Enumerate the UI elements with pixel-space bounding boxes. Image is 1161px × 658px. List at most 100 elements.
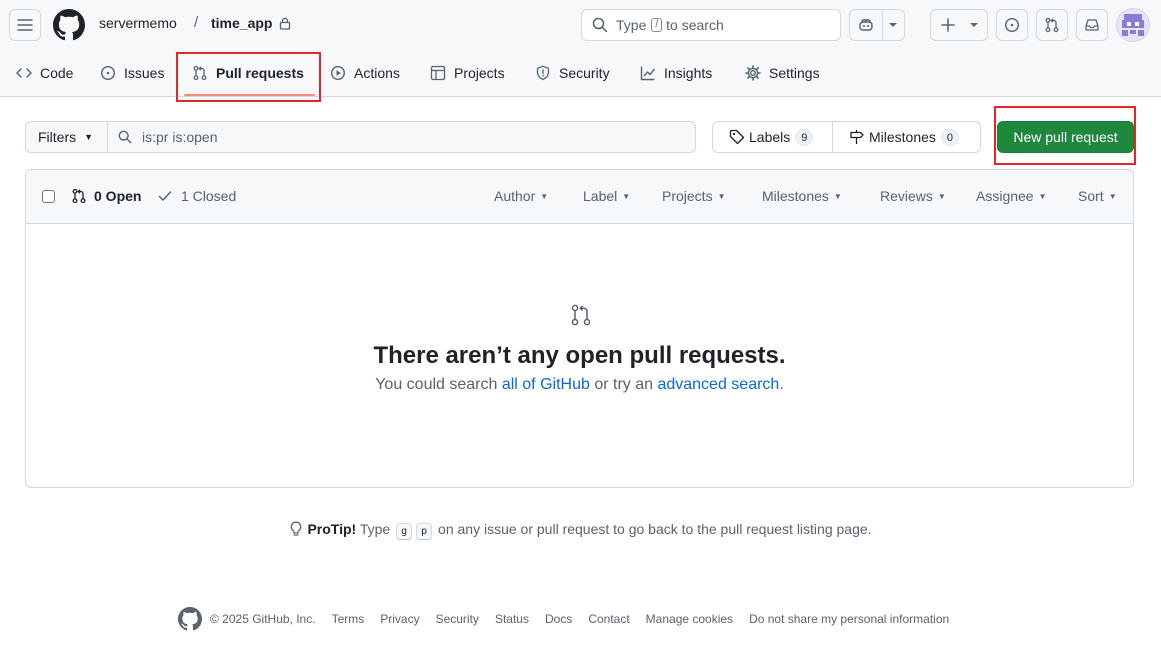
labels-label: Labels [749,129,791,145]
labels-count: 9 [795,128,814,146]
app-header: servermemo / time_app Type / to search C… [0,0,1161,97]
code-icon [16,68,32,78]
footer-link-privacy[interactable]: Privacy [380,612,419,626]
labels-button[interactable]: Labels 9 [713,122,832,152]
issues-button[interactable] [996,9,1028,41]
hamburger-icon [17,19,33,31]
sort-menu[interactable]: Sort ▼ [1078,188,1117,204]
protip-text-post: on any issue or pull request to go back … [434,521,872,537]
list-header: 0 Open 1 Closed Author ▼ Label ▼ Projects ▼… [26,170,1133,224]
milestones-menu-label: Milestones [762,188,829,204]
tab-insights-label: Insights [664,65,713,81]
chevron-down-icon: ▼ [937,191,946,201]
tag-icon [729,129,745,145]
footer-link-contact[interactable]: Contact [588,612,629,626]
projects-menu-label: Projects [662,188,713,204]
author-menu-label: Author [494,188,536,204]
inbox-button[interactable] [1076,9,1108,41]
protip-label: ProTip! [307,521,357,537]
plus-icon [941,18,955,32]
breadcrumb-repo[interactable]: time_app [211,15,272,31]
tab-settings-label: Settings [769,65,820,81]
table-icon [430,65,446,81]
select-all-checkbox[interactable] [42,190,55,203]
footer-link-security[interactable]: Security [436,612,479,626]
tab-actions-label: Actions [354,65,400,81]
footer-copyright: © 2025 GitHub, Inc. [210,612,316,626]
filters-label: Filters [38,129,77,145]
breadcrumb-owner[interactable]: servermemo [99,15,177,31]
tab-code[interactable]: Code [16,56,73,90]
footer-link-terms[interactable]: Terms [332,612,365,626]
footer-link-manage-cookies[interactable]: Manage cookies [646,612,733,626]
avatar-identicon-icon [1122,14,1144,36]
tab-security[interactable]: Security [535,56,610,90]
search-input[interactable]: Type / to search [581,9,841,41]
footer-link-do-not-share[interactable]: Do not share my personal information [749,612,949,626]
label-filter-menu[interactable]: Label ▼ [583,188,630,204]
all-of-github-link[interactable]: all of GitHub [502,376,590,393]
inbox-icon [1085,19,1099,31]
assignee-filter-menu[interactable]: Assignee ▼ [976,188,1047,204]
empty-state-text-post: . [779,376,784,393]
footer-link-docs[interactable]: Docs [545,612,572,626]
projects-filter-menu[interactable]: Projects ▼ [662,188,726,204]
lightbulb-icon [291,521,302,536]
search-placeholder-post: to search [666,17,724,33]
tab-actions[interactable]: Actions [330,56,400,90]
github-logo-icon[interactable] [53,9,85,41]
milestones-count: 0 [940,128,960,146]
chevron-down-icon: ▼ [1108,191,1117,201]
search-icon [118,130,132,144]
empty-state: There aren’t any open pull requests. You… [26,224,1133,487]
play-icon [330,65,346,81]
highlight-box-pull-requests-tab [176,52,321,102]
reviews-menu-label: Reviews [880,188,933,204]
labels-milestones-group: Labels 9 Milestones 0 [712,121,981,153]
chevron-down-icon [970,23,978,27]
assignee-menu-label: Assignee [976,188,1034,204]
open-filter-link[interactable]: 0 Open [71,188,141,204]
filters-button[interactable]: Filters ▼ [26,122,108,152]
tab-settings[interactable]: Settings [745,56,820,90]
empty-state-text-pre: You could search [375,376,502,393]
search-icon [592,17,608,33]
gear-icon [745,65,761,81]
empty-state-text-mid: or try an [589,376,658,393]
github-logo-icon[interactable] [178,607,202,631]
graph-icon [640,66,656,81]
closed-filter-link[interactable]: 1 Closed [157,188,236,204]
tab-insights[interactable]: Insights [640,56,712,90]
menu-button[interactable] [9,9,41,41]
filter-bar: Filters ▼ is:pr is:open [25,121,696,153]
lock-icon [279,17,291,30]
tab-projects[interactable]: Projects [430,56,505,90]
footer-link-status[interactable]: Status [495,612,529,626]
tab-issues[interactable]: Issues [100,56,164,90]
advanced-search-link[interactable]: advanced search [657,376,779,393]
author-filter-menu[interactable]: Author ▼ [494,188,548,204]
pull-request-icon [571,304,591,326]
milestones-filter-menu[interactable]: Milestones ▼ [762,188,842,204]
search-placeholder-pre: Type [616,17,647,33]
chevron-down-icon: ▼ [84,132,94,142]
reviews-filter-menu[interactable]: Reviews ▼ [880,188,946,204]
protip-key-p: p [416,523,433,540]
tab-security-label: Security [559,65,610,81]
copilot-icon [858,19,873,31]
protip-text-pre: Type [356,521,395,537]
tab-issues-label: Issues [124,65,165,81]
create-new-button[interactable] [930,9,988,41]
protip: ProTip! Type gp on any issue or pull req… [0,521,1161,540]
filter-search-input[interactable]: is:pr is:open [108,122,695,152]
filter-query: is:pr is:open [142,129,218,145]
avatar[interactable] [1116,8,1150,42]
pull-requests-button[interactable] [1036,9,1068,41]
copilot-button[interactable] [849,9,905,41]
chevron-down-icon: ▼ [540,191,549,201]
empty-state-text: You could search all of GitHub or try an… [26,376,1133,394]
milestones-button[interactable]: Milestones 0 [832,122,980,152]
issue-icon [1004,17,1020,33]
site-footer: © 2025 GitHub, Inc. Terms Privacy Securi… [178,607,965,631]
empty-state-title: There aren’t any open pull requests. [373,342,786,369]
